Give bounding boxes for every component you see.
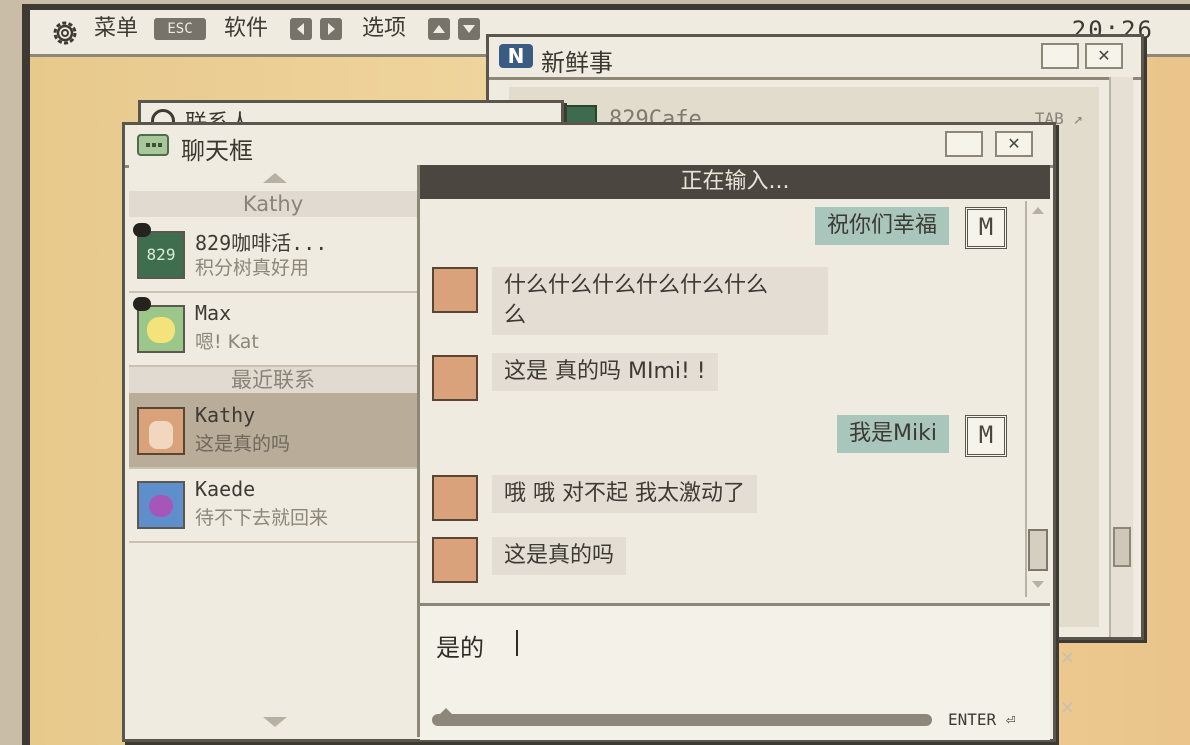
typing-status: 正在输入... <box>420 165 1050 199</box>
arrow-down-icon[interactable] <box>458 18 480 40</box>
menu-label[interactable]: 菜单 <box>94 16 138 42</box>
enter-label: ENTER <box>948 710 997 729</box>
chat-titlebar[interactable]: 聊天框 ✕ <box>125 125 1053 168</box>
flower-avatar <box>137 481 185 529</box>
kathy-avatar <box>432 355 478 401</box>
message-bubble-outgoing: 祝你们幸福 <box>814 207 949 245</box>
news-logo-icon: N <box>499 44 533 68</box>
contact-last-message: 待不下去就回来 <box>195 507 329 529</box>
message-bubble-incoming: 哦 哦 对不起 我太激动了 <box>492 475 757 513</box>
enter-button[interactable]: ENTER ⏎ <box>948 710 1015 729</box>
contact-name: Kathy <box>195 403 256 427</box>
message-bubble-incoming: 什么什么什么什么什么什么么 <box>492 267 828 335</box>
news-title: 新鲜事 <box>541 49 613 77</box>
message-bubble-outgoing: 我是Miki <box>837 415 949 453</box>
input-slider[interactable] <box>432 708 932 726</box>
my-avatar: M <box>965 415 1007 457</box>
scroll-down-icon[interactable] <box>1032 581 1044 588</box>
message-scroll-thumb[interactable] <box>1028 529 1048 571</box>
scroll-up-icon[interactable] <box>1032 207 1044 214</box>
scroll-down-icon[interactable] <box>263 717 287 727</box>
chick-avatar <box>137 305 185 353</box>
news-scrollbar[interactable] <box>1109 77 1133 637</box>
close-icon: ✕ <box>1060 698 1076 719</box>
options-label[interactable]: 选项 <box>362 16 406 42</box>
arrow-right-icon[interactable] <box>320 18 342 40</box>
contact-item[interactable]: Kaede 待不下去就回来 <box>129 467 417 543</box>
message-text: 什么什么什么什么什么什么 <box>504 273 769 298</box>
contact-item-selected[interactable]: Kathy 这是真的吗 <box>129 393 417 469</box>
news-titlebar[interactable]: N 新鲜事 ✕ <box>489 37 1141 80</box>
unread-badge <box>133 297 151 311</box>
close-button[interactable]: ✕ <box>995 131 1033 157</box>
enter-icon: ⏎ <box>1005 710 1016 729</box>
contact-item[interactable]: 829 829咖啡活... 积分树真好用 <box>129 217 417 293</box>
scroll-up-icon[interactable] <box>263 173 287 183</box>
unread-badge <box>133 223 151 237</box>
esc-key-hint: ESC <box>154 18 206 40</box>
arrow-up-icon[interactable] <box>428 18 450 40</box>
message-list: 祝你们幸福 M 什么什么什么什么什么什么么 这是 真的吗 MImi! ! 我是M… <box>420 199 1025 599</box>
cafe-avatar: 829 <box>137 231 185 279</box>
arrow-left-icon[interactable] <box>290 18 312 40</box>
contact-name: 829咖啡活... <box>195 231 328 255</box>
message-bubble-incoming: 这是真的吗 <box>492 537 627 575</box>
gear-icon[interactable] <box>50 18 80 48</box>
kathy-avatar <box>432 475 478 521</box>
input-text[interactable]: 是的 <box>436 628 484 663</box>
my-avatar: M <box>965 207 1007 249</box>
minimize-button[interactable] <box>945 131 983 157</box>
section-header-recent: 最近联系 <box>129 367 417 393</box>
news-scroll-thumb[interactable] <box>1113 527 1131 567</box>
contact-last-message: 嗯! Kat <box>195 331 259 353</box>
chat-bubble-icon <box>137 134 169 156</box>
message-input[interactable]: 是的 ENTER ⏎ <box>420 603 1050 740</box>
contact-name: Kaede <box>195 477 256 501</box>
chat-window: 聊天框 ✕ Kathy 829 829咖啡活... 积分树真好用 Max 嗯! … <box>122 122 1056 742</box>
kathy-avatar <box>432 537 478 583</box>
kathy-avatar <box>137 407 185 455</box>
minimize-button[interactable] <box>1041 43 1079 69</box>
section-header-top: Kathy <box>129 191 417 217</box>
text-caret <box>516 630 518 656</box>
message-scrollbar[interactable] <box>1025 201 1049 597</box>
chat-title: 聊天框 <box>181 137 253 165</box>
contact-last-message: 积分树真好用 <box>195 257 310 279</box>
contact-name: Max <box>195 301 232 325</box>
close-icon: ✕ <box>1060 648 1076 669</box>
message-bubble-incoming: 这是 真的吗 MImi! ! <box>492 353 718 391</box>
close-button[interactable]: ✕ <box>1085 43 1123 69</box>
kathy-avatar <box>432 267 478 313</box>
contact-item[interactable]: Max 嗯! Kat <box>129 291 417 367</box>
software-label[interactable]: 软件 <box>224 16 268 42</box>
contact-last-message: 这是真的吗 <box>195 433 291 455</box>
contact-list: Kathy 829 829咖啡活... 积分树真好用 Max 嗯! Kat 最近… <box>129 165 420 737</box>
